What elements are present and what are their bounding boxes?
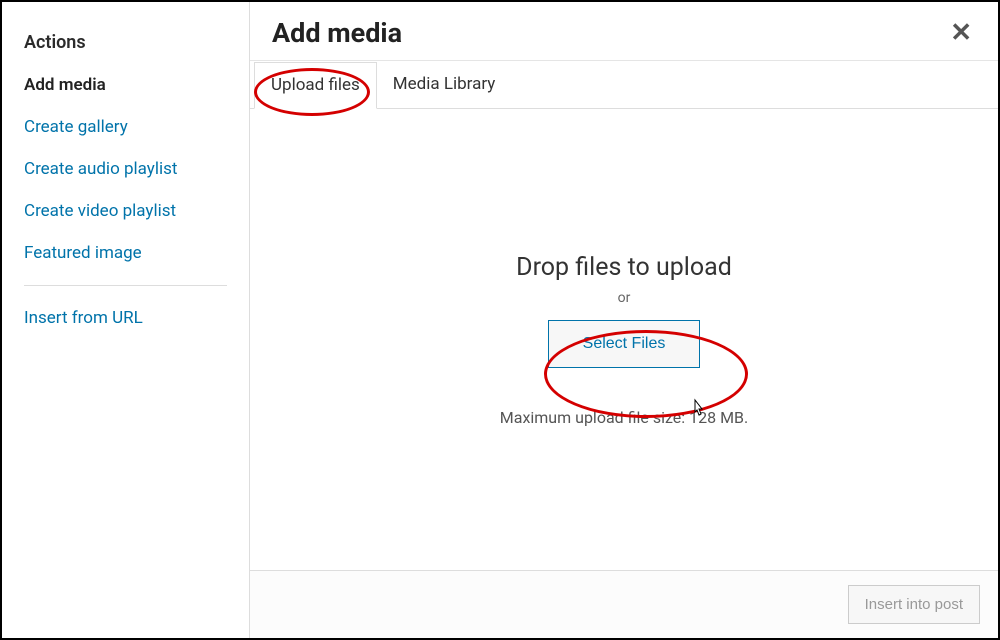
close-icon[interactable]: ✕ — [946, 16, 976, 50]
modal-footer: Insert into post — [250, 570, 998, 638]
tab-media-library[interactable]: Media Library — [377, 62, 512, 109]
tab-upload-files[interactable]: Upload files — [254, 62, 377, 109]
sidebar-item-create-gallery[interactable]: Create gallery — [24, 117, 227, 137]
sidebar-item-featured-image[interactable]: Featured image — [24, 243, 227, 263]
drop-or: or — [618, 290, 631, 306]
modal-title: Add media — [272, 17, 402, 49]
sidebar-separator — [24, 285, 227, 286]
sidebar-item-label: Insert from URL — [24, 308, 143, 328]
upload-size-hint: Maximum upload file size: 128 MB. — [500, 408, 748, 427]
sidebar-item-label: Create video playlist — [24, 201, 176, 221]
sidebar-item-label: Create audio playlist — [24, 159, 177, 179]
media-modal: Actions Add media Create gallery Create … — [0, 0, 1000, 640]
sidebar-item-create-audio-playlist[interactable]: Create audio playlist — [24, 159, 227, 179]
main-panel: Add media ✕ Upload files Media Library D… — [250, 2, 998, 638]
sidebar-item-label: Featured image — [24, 243, 142, 263]
sidebar-item-insert-from-url[interactable]: Insert from URL — [24, 308, 227, 328]
drop-title: Drop files to upload — [516, 253, 732, 282]
actions-sidebar: Actions Add media Create gallery Create … — [2, 2, 250, 638]
tab-label: Media Library — [393, 74, 496, 94]
sidebar-heading: Actions — [24, 32, 227, 53]
upload-drop-zone[interactable]: Drop files to upload or Select Files Max… — [250, 109, 998, 570]
sidebar-item-create-video-playlist[interactable]: Create video playlist — [24, 201, 227, 221]
sidebar-item-label: Create gallery — [24, 117, 128, 137]
select-files-button[interactable]: Select Files — [548, 320, 701, 368]
modal-header: Add media ✕ — [250, 2, 998, 61]
sidebar-item-add-media[interactable]: Add media — [24, 75, 227, 95]
tab-label: Upload files — [271, 75, 360, 95]
media-tabs: Upload files Media Library — [250, 61, 998, 109]
sidebar-item-label: Add media — [24, 75, 106, 95]
insert-into-post-button[interactable]: Insert into post — [848, 585, 980, 624]
